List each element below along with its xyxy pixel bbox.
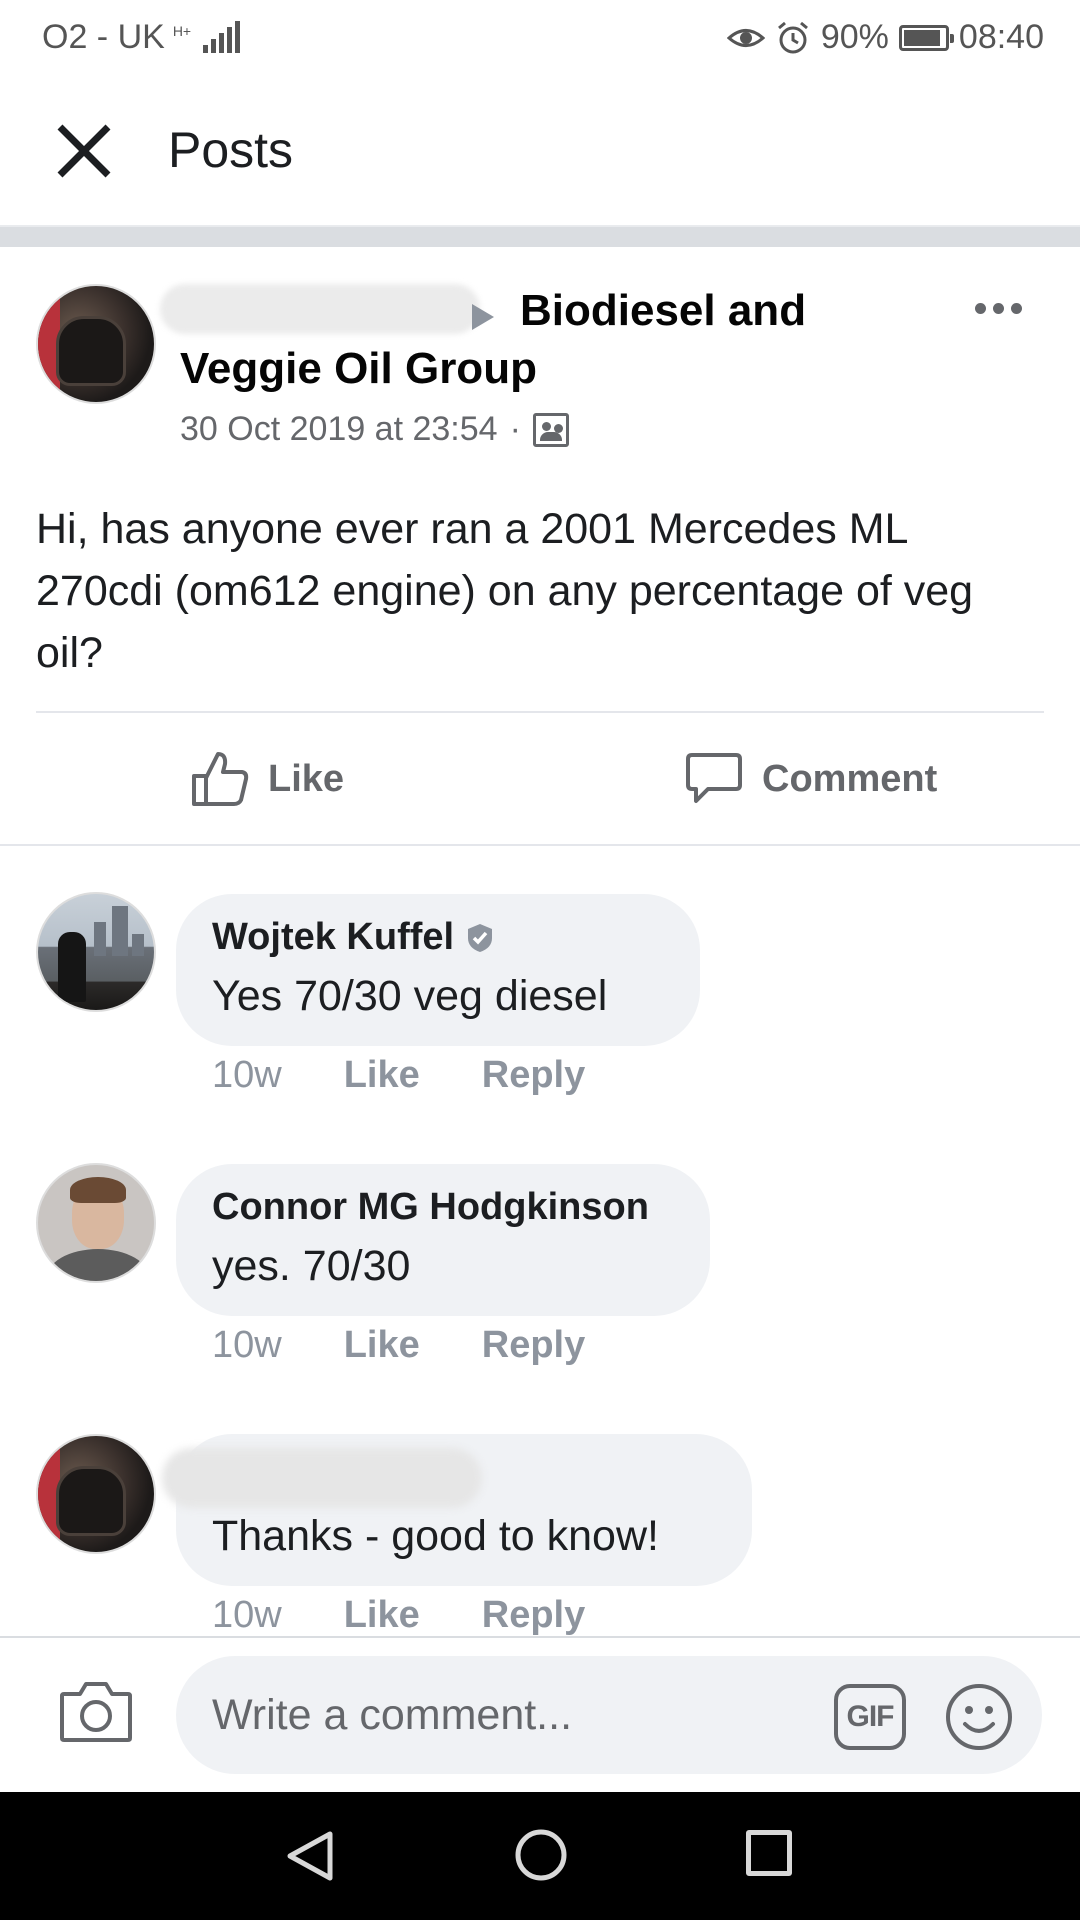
- battery-percent: 90%: [820, 18, 889, 56]
- comment-input[interactable]: [176, 1656, 1042, 1774]
- comment-text: yes. 70/30: [212, 1242, 411, 1290]
- post-timestamp[interactable]: 30 Oct 2019 at 23:54: [180, 410, 498, 449]
- comment-reply-button[interactable]: Reply: [482, 1324, 585, 1367]
- meta-separator: ·: [509, 410, 521, 448]
- like-button[interactable]: Like: [190, 744, 344, 814]
- comment-like-button[interactable]: Like: [344, 1054, 420, 1097]
- redacted-commenter-name: [162, 1448, 482, 1508]
- comment-bubble[interactable]: Wojtek Kuffel Yes 70/30 veg diesel: [176, 894, 700, 1046]
- system-nav-bar: [0, 1792, 1080, 1920]
- comment-text: Yes 70/30 veg diesel: [212, 972, 608, 1020]
- comment-time: 10w: [212, 1594, 282, 1636]
- group-audience-icon: [532, 412, 569, 447]
- actions-divider: [0, 844, 1080, 846]
- commenter-name[interactable]: Connor MG Hodgkinson: [212, 1186, 649, 1229]
- commenter-avatar[interactable]: [36, 1434, 156, 1554]
- carrier-label: O2 - UK: [42, 18, 165, 56]
- comment-time: 10w: [212, 1054, 282, 1096]
- commenter-avatar[interactable]: [36, 1163, 156, 1283]
- back-icon[interactable]: [282, 1828, 338, 1884]
- status-left: O2 - UK H+: [42, 18, 241, 57]
- comment-composer: GIF: [0, 1638, 1080, 1792]
- status-right: 90% 08:40: [726, 18, 1044, 57]
- post-meta: 30 Oct 2019 at 23:54 ·: [180, 410, 569, 449]
- header-divider: [0, 225, 1080, 247]
- close-icon[interactable]: [52, 119, 116, 183]
- comment-actions: 10w Like Reply: [212, 1324, 585, 1367]
- top-bar: Posts: [0, 75, 1080, 225]
- post-author-avatar[interactable]: [36, 284, 156, 404]
- commenter-avatar[interactable]: [36, 892, 156, 1012]
- group-name-link[interactable]: Biodiesel and Veggie Oil Group: [180, 282, 840, 398]
- comment-button[interactable]: Comment: [684, 744, 937, 814]
- like-label: Like: [268, 757, 345, 800]
- comment-like-button[interactable]: Like: [344, 1324, 420, 1367]
- comment-time: 10w: [212, 1324, 282, 1366]
- page-title: Posts: [168, 122, 294, 178]
- comment-label: Comment: [762, 757, 938, 800]
- post-body-text: Hi, has anyone ever ran a 2001 Mercedes …: [36, 505, 974, 677]
- commenter-name[interactable]: Wojtek Kuffel: [212, 916, 496, 959]
- battery-icon: [898, 24, 954, 51]
- camera-icon[interactable]: [58, 1678, 134, 1744]
- comment-reply-button[interactable]: Reply: [482, 1594, 585, 1637]
- gif-button[interactable]: GIF: [834, 1684, 906, 1750]
- comment-text: Thanks - good to know!: [212, 1512, 659, 1560]
- emoji-icon[interactable]: [944, 1682, 1014, 1752]
- comment-bubble[interactable]: Connor MG Hodgkinson yes. 70/30: [176, 1164, 710, 1316]
- clock: 08:40: [958, 18, 1044, 56]
- comment-actions: 10w Like Reply: [212, 1594, 585, 1637]
- signal-icon: [203, 20, 241, 53]
- network-type: H+: [172, 22, 192, 39]
- post-divider: [36, 711, 1044, 713]
- gif-label: GIF: [846, 1700, 895, 1733]
- recents-icon[interactable]: [746, 1830, 792, 1876]
- thumbs-up-icon: [192, 752, 249, 806]
- comment-reply-button[interactable]: Reply: [482, 1054, 585, 1097]
- comment-bubble[interactable]: Thanks - good to know!: [162, 1434, 752, 1586]
- verified-badge-icon: [468, 923, 493, 952]
- comment-bubble-icon: [686, 753, 742, 803]
- eye-icon: [726, 28, 765, 47]
- comment-like-button[interactable]: Like: [344, 1594, 420, 1637]
- more-options-icon[interactable]: [968, 288, 1028, 328]
- alarm-icon: [777, 21, 808, 53]
- home-icon[interactable]: [514, 1828, 568, 1882]
- comment-actions: 10w Like Reply: [212, 1054, 585, 1097]
- status-bar: O2 - UK H+ 90% 08:40: [0, 0, 1080, 75]
